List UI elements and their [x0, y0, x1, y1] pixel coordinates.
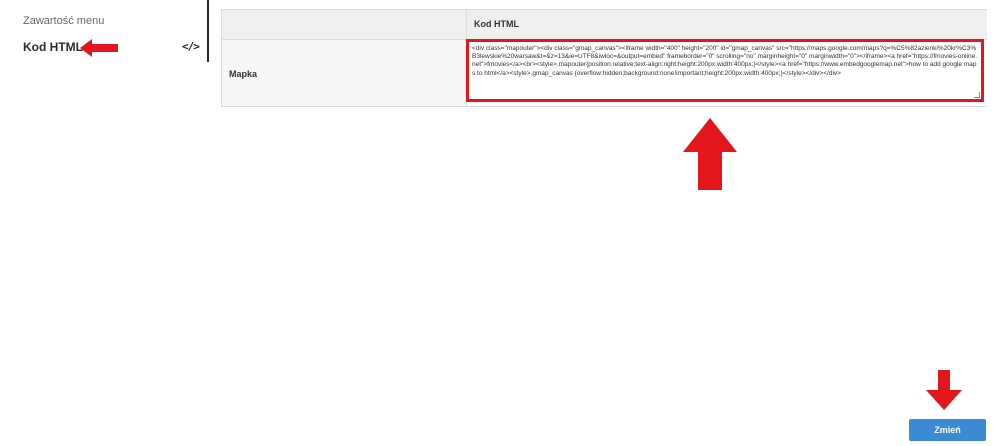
annotation-arrow-left-icon — [80, 39, 118, 57]
table-cell-name: Mapka — [222, 40, 467, 106]
annotation-arrow-up-icon — [683, 118, 737, 190]
code-icon: </> — [182, 40, 200, 53]
row-name-label: Mapka — [229, 69, 258, 79]
sidebar-item-menu-content[interactable]: Zawartość menu — [23, 15, 104, 27]
resize-handle-icon[interactable] — [974, 92, 980, 98]
submit-change-button[interactable]: Zmień — [909, 419, 986, 441]
html-code-value: <div class="mapouter"><div class="gmap_c… — [472, 45, 978, 77]
table-header-name — [222, 10, 467, 40]
table-header-code: Kod HTML — [467, 10, 987, 40]
table-header-code-label: Kod HTML — [474, 19, 519, 29]
html-code-table: Kod HTML Mapka <div class="mapouter"><di… — [221, 9, 987, 107]
sidebar-item-label: Kod HTML — [23, 40, 83, 54]
annotation-arrow-down-icon — [926, 370, 962, 410]
html-code-textarea[interactable]: <div class="mapouter"><div class="gmap_c… — [466, 39, 984, 102]
